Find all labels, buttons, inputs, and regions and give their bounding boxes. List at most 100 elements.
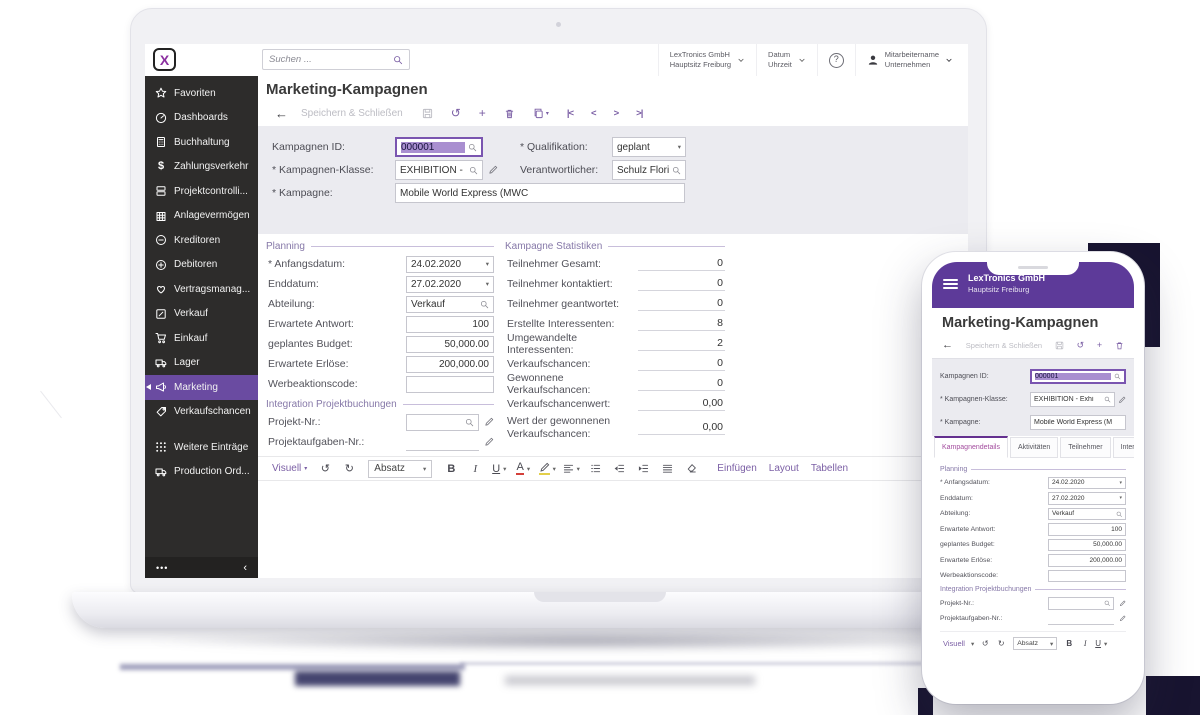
search-icon[interactable] bbox=[480, 300, 489, 309]
sidebar-item-favoriten[interactable]: Favoriten bbox=[145, 81, 258, 106]
last-record-button[interactable]: >| bbox=[627, 108, 651, 119]
indent-button[interactable] bbox=[631, 463, 655, 474]
search-icon[interactable] bbox=[468, 143, 477, 152]
add-record-button[interactable]: + bbox=[1097, 340, 1102, 350]
field-input[interactable]: 24.02.2020 ▾ bbox=[406, 255, 494, 273]
tab-teilnehmer[interactable]: Teilnehmer bbox=[1060, 437, 1111, 458]
field-input[interactable] bbox=[1048, 569, 1126, 582]
sidebar-item-vertragsmanag[interactable]: Vertragsmanag... bbox=[145, 277, 258, 302]
help-button[interactable]: ? bbox=[816, 44, 855, 76]
prev-record-button[interactable]: < bbox=[582, 108, 605, 119]
clear-format-button[interactable] bbox=[679, 463, 703, 474]
field-input[interactable]: 000001 bbox=[395, 137, 483, 157]
tab-interessenten-generieren[interactable]: Interessenten generieren bbox=[1112, 437, 1134, 458]
sidebar-item-einkauf[interactable]: Einkauf bbox=[145, 326, 258, 351]
field-input[interactable]: 000001 bbox=[1030, 369, 1126, 384]
save-icon[interactable] bbox=[413, 108, 442, 119]
add-record-button[interactable]: + bbox=[470, 106, 495, 120]
sidebar-item-zahlungsverkehr[interactable]: $ Zahlungsverkehr bbox=[145, 155, 258, 180]
field-input[interactable] bbox=[406, 375, 494, 393]
paragraph-style-select[interactable]: Absatz ▾ bbox=[1013, 637, 1058, 650]
insert-menu[interactable]: Einfügen bbox=[711, 463, 762, 474]
search-icon[interactable] bbox=[393, 55, 403, 65]
delete-record-button[interactable] bbox=[495, 108, 524, 119]
search-icon[interactable] bbox=[672, 166, 681, 175]
justify-button[interactable] bbox=[655, 463, 679, 474]
italic-button[interactable]: I bbox=[463, 463, 487, 475]
field-input[interactable]: Mobile World Express (MWC bbox=[395, 183, 685, 203]
field-input[interactable]: Verkauf bbox=[1048, 507, 1126, 520]
back-button[interactable]: ← bbox=[942, 339, 953, 351]
datetime-selector[interactable]: Datum Uhrzeit bbox=[756, 44, 817, 76]
edit-pencil-icon[interactable] bbox=[484, 437, 494, 447]
underline-button[interactable]: U ▾ bbox=[487, 463, 511, 475]
font-color-button[interactable]: A ▾ bbox=[511, 462, 535, 475]
italic-button[interactable]: I bbox=[1077, 639, 1093, 648]
field-input[interactable] bbox=[406, 434, 479, 451]
field-input[interactable]: EXHIBITION - Exhi bbox=[395, 160, 483, 180]
search-icon[interactable] bbox=[1104, 396, 1111, 403]
field-input[interactable]: 200,000.00 bbox=[406, 355, 494, 373]
field-input[interactable]: geplant ▾ bbox=[612, 137, 686, 157]
delete-record-button[interactable] bbox=[1115, 341, 1124, 350]
sidebar-item-weitere-einträge[interactable]: Weitere Einträge bbox=[145, 435, 258, 460]
edit-pencil-icon[interactable] bbox=[488, 165, 498, 175]
edit-pencil-icon[interactable] bbox=[1118, 396, 1126, 404]
search-input[interactable]: Suchen ... bbox=[262, 49, 410, 70]
field-input[interactable]: 100 bbox=[1048, 523, 1126, 536]
edit-pencil-icon[interactable] bbox=[1119, 615, 1126, 622]
search-icon[interactable] bbox=[1116, 511, 1123, 518]
save-close-button[interactable]: Speichern & Schließen bbox=[966, 341, 1042, 350]
field-input[interactable] bbox=[406, 413, 479, 431]
field-input[interactable]: 200,000.00 bbox=[1048, 554, 1126, 567]
sidebar-collapse-button[interactable]: ‹ bbox=[243, 562, 247, 574]
search-icon[interactable] bbox=[469, 166, 478, 175]
editor-mode-button[interactable]: Visuell ▾ bbox=[266, 463, 313, 474]
align-button[interactable]: ▾ bbox=[559, 463, 583, 474]
company-selector[interactable]: LexTronics GmbH Hauptsitz Freiburg bbox=[657, 44, 756, 76]
sidebar-item-lager[interactable]: Lager bbox=[145, 351, 258, 376]
first-record-button[interactable]: |< bbox=[558, 108, 582, 119]
sidebar-item-marketing[interactable]: Marketing bbox=[145, 375, 258, 400]
field-input[interactable] bbox=[1048, 597, 1114, 610]
editor-undo-button[interactable]: ↺ bbox=[313, 462, 337, 475]
hamburger-menu-icon[interactable] bbox=[943, 279, 958, 292]
search-icon[interactable] bbox=[1114, 373, 1121, 380]
outdent-button[interactable] bbox=[607, 463, 631, 474]
field-input[interactable]: Schulz Florian, Her bbox=[612, 160, 686, 180]
sidebar-more-button[interactable]: ••• bbox=[156, 563, 168, 573]
search-icon[interactable] bbox=[1104, 600, 1111, 607]
save-close-button[interactable]: Speichern & Schließen bbox=[297, 108, 413, 119]
user-menu[interactable]: Mitarbeitername Unternehmen bbox=[854, 44, 964, 76]
layout-menu[interactable]: Layout bbox=[763, 463, 805, 474]
underline-button[interactable]: U ▾ bbox=[1093, 639, 1109, 648]
field-input[interactable]: 27.02.2020 ▾ bbox=[406, 275, 494, 293]
save-icon[interactable] bbox=[1055, 341, 1064, 350]
undo-button[interactable]: ↺ bbox=[1077, 340, 1085, 351]
numbered-list-button[interactable] bbox=[583, 463, 607, 474]
next-record-button[interactable]: > bbox=[605, 108, 628, 119]
sidebar-item-dashboards[interactable]: Dashboards bbox=[145, 106, 258, 131]
search-icon[interactable] bbox=[465, 418, 474, 427]
sidebar-item-projektcontrolli[interactable]: Projektcontrolli... bbox=[145, 179, 258, 204]
edit-pencil-icon[interactable] bbox=[484, 417, 494, 427]
app-logo[interactable]: X bbox=[153, 48, 176, 71]
highlight-button[interactable]: ▾ bbox=[535, 462, 559, 475]
tab-aktivitäten[interactable]: Aktivitäten bbox=[1010, 437, 1059, 458]
bold-button[interactable]: B bbox=[1061, 639, 1077, 648]
editor-redo-button[interactable]: ↻ bbox=[993, 639, 1009, 648]
undo-button[interactable]: ↺ bbox=[442, 106, 470, 120]
sidebar-item-buchhaltung[interactable]: Buchhaltung bbox=[145, 130, 258, 155]
sidebar-item-verkaufschancen[interactable]: Verkaufschancen bbox=[145, 400, 258, 425]
field-input[interactable]: 50,000.00 bbox=[1048, 538, 1126, 551]
copy-record-button[interactable]: ▾ bbox=[524, 108, 558, 119]
field-input[interactable]: Mobile World Express (M bbox=[1030, 415, 1126, 430]
sidebar-item-production-ord[interactable]: Production Ord... bbox=[145, 460, 258, 485]
editor-redo-button[interactable]: ↻ bbox=[337, 462, 361, 475]
sidebar-item-anlagevermögen[interactable]: Anlagevermögen bbox=[145, 204, 258, 229]
edit-pencil-icon[interactable] bbox=[1119, 600, 1126, 607]
field-input[interactable]: Verkauf bbox=[406, 295, 494, 313]
field-input[interactable]: EXHIBITION - Exhi bbox=[1030, 392, 1115, 407]
editor-undo-button[interactable]: ↺ bbox=[977, 639, 993, 648]
sidebar-item-debitoren[interactable]: Debitoren bbox=[145, 253, 258, 278]
